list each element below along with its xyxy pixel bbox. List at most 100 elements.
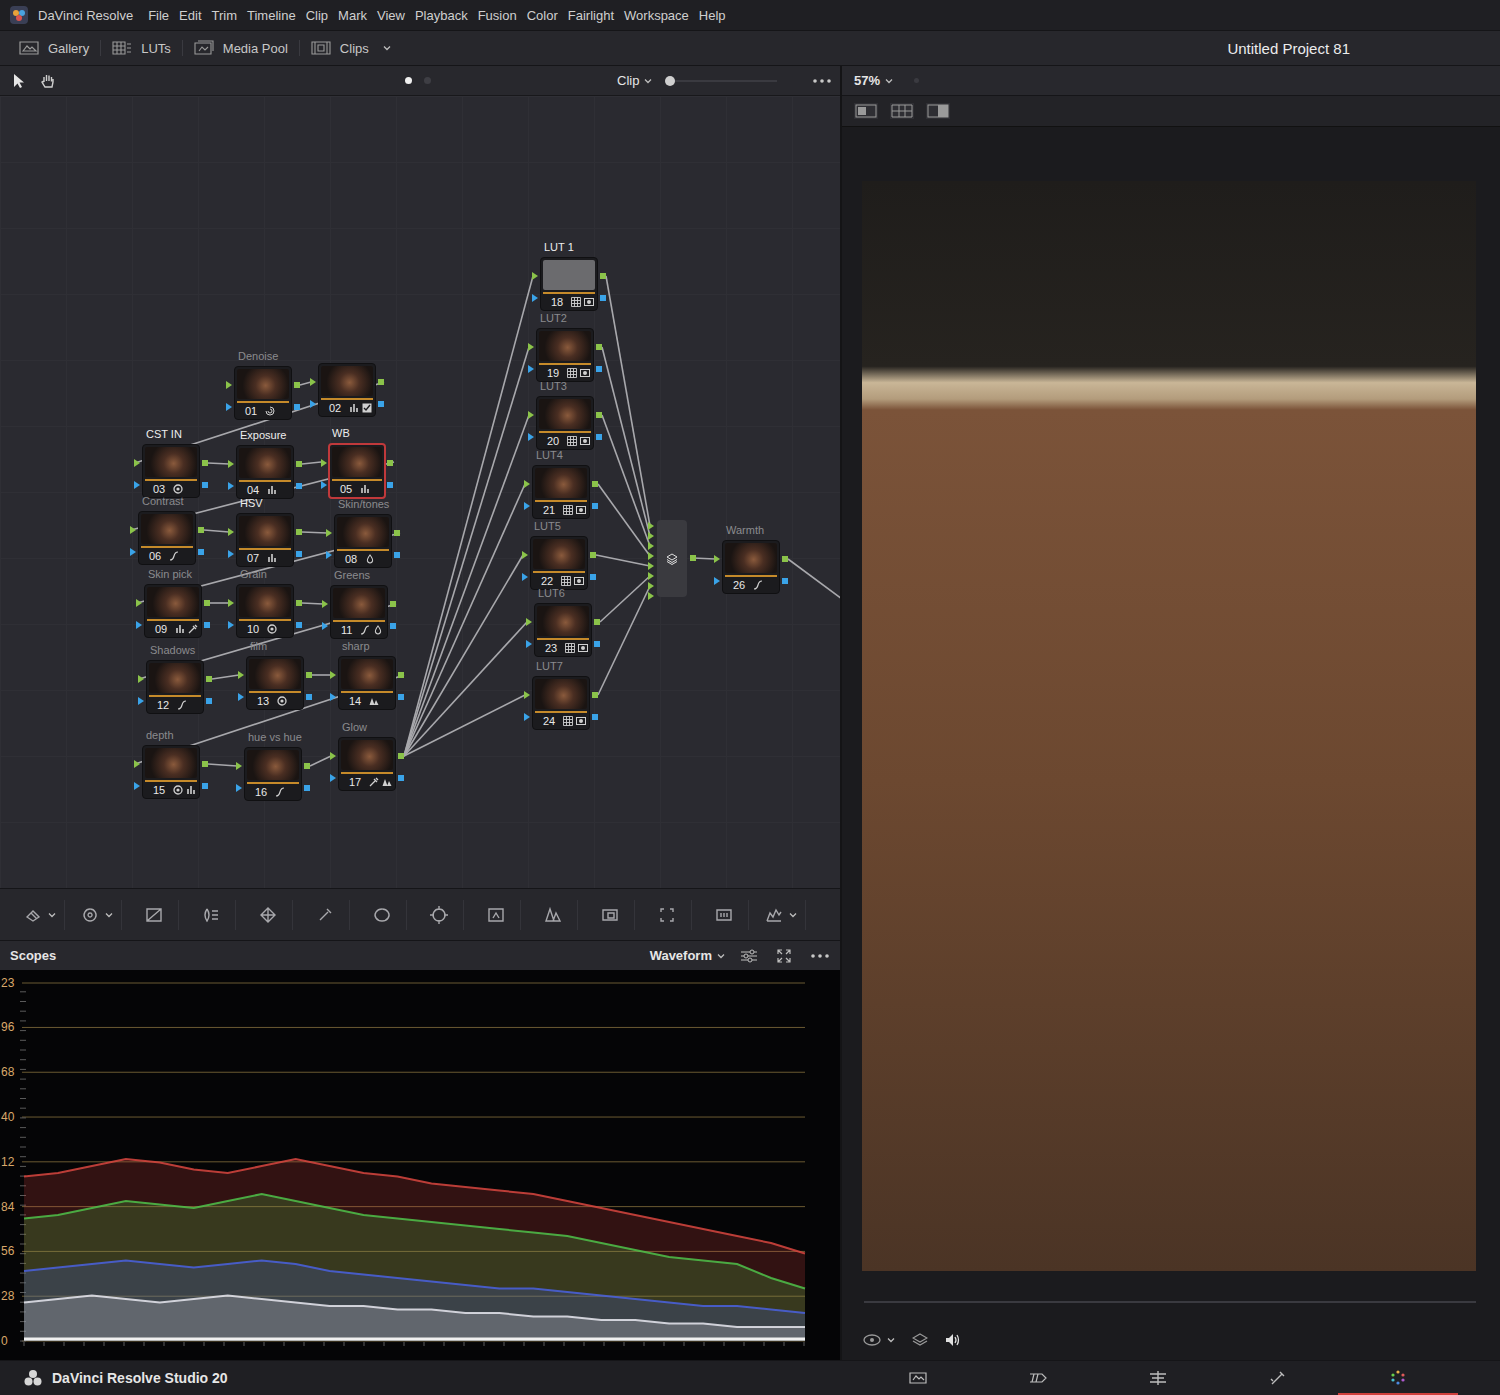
key-output-port[interactable] <box>390 623 396 629</box>
palette-button[interactable] <box>472 900 521 930</box>
key-input-port[interactable] <box>528 365 534 373</box>
key-output-port[interactable] <box>296 551 302 557</box>
node[interactable]: 06 <box>138 511 196 565</box>
key-output-port[interactable] <box>394 552 400 558</box>
node[interactable]: 19 <box>536 328 594 382</box>
menu-item[interactable]: Timeline <box>242 8 301 23</box>
key-input-port[interactable] <box>236 784 242 792</box>
key-output-port[interactable] <box>398 775 404 781</box>
rgb-input-port[interactable] <box>228 599 234 607</box>
key-input-port[interactable] <box>330 693 336 701</box>
key-output-port[interactable] <box>202 783 208 789</box>
palette-button[interactable] <box>16 900 65 930</box>
menu-item[interactable]: View <box>372 8 410 23</box>
single-view-icon[interactable] <box>854 103 878 119</box>
key-input-port[interactable] <box>522 573 528 581</box>
key-input-port[interactable] <box>524 502 530 510</box>
palette-button[interactable] <box>301 900 350 930</box>
node[interactable]: 02 <box>318 363 376 417</box>
mixer-input-port[interactable] <box>648 562 654 570</box>
menu-item[interactable]: Fusion <box>473 8 522 23</box>
rgb-input-port[interactable] <box>228 460 234 468</box>
page-button[interactable] <box>858 1362 978 1395</box>
toolbar-button[interactable]: Clips <box>300 40 403 56</box>
key-output-port[interactable] <box>387 482 393 488</box>
key-output-port[interactable] <box>202 482 208 488</box>
key-output-port[interactable] <box>304 785 310 791</box>
hand-tool-icon[interactable] <box>40 73 56 89</box>
key-output-port[interactable] <box>206 698 212 704</box>
rgb-input-port[interactable] <box>330 671 336 679</box>
key-output-port[interactable] <box>296 483 302 489</box>
chevron-down-icon[interactable] <box>47 910 57 920</box>
rgb-input-port[interactable] <box>321 459 327 467</box>
key-input-port[interactable] <box>138 697 144 705</box>
scope-settings-icon[interactable] <box>740 948 758 964</box>
menu-item[interactable]: Workspace <box>619 8 694 23</box>
rgb-input-port[interactable] <box>528 343 534 351</box>
rgb-output-port[interactable] <box>202 460 208 466</box>
menu-item[interactable]: Mark <box>333 8 372 23</box>
rgb-input-port[interactable] <box>326 529 332 537</box>
rgb-input-port[interactable] <box>714 555 720 563</box>
node-mode-dropdown[interactable]: Clip <box>617 73 653 88</box>
rgb-output-port[interactable] <box>198 527 204 533</box>
node[interactable]: 20 <box>536 396 594 450</box>
mixer-input-port[interactable] <box>648 522 654 530</box>
viewer-scrubber[interactable] <box>842 1284 1500 1320</box>
rgb-input-port[interactable] <box>310 378 316 386</box>
node-zoom-slider[interactable] <box>665 80 777 82</box>
layers-icon[interactable] <box>912 1332 928 1348</box>
app-brand[interactable]: DaVinci Resolve <box>10 6 133 24</box>
chevron-down-icon[interactable] <box>382 43 392 53</box>
mixer-input-port[interactable] <box>648 592 654 600</box>
palette-button[interactable] <box>415 900 464 930</box>
more-options-icon[interactable] <box>810 953 830 959</box>
key-input-port[interactable] <box>134 481 140 489</box>
mixer-input-port[interactable] <box>648 582 654 590</box>
key-output-port[interactable] <box>600 295 606 301</box>
rgb-output-port[interactable] <box>294 382 300 388</box>
layer-mixer-node[interactable] <box>657 520 687 597</box>
palette-button[interactable] <box>529 900 578 930</box>
key-input-port[interactable] <box>714 577 720 585</box>
menu-item[interactable]: File <box>143 8 174 23</box>
chevron-down-icon[interactable] <box>716 951 726 961</box>
speaker-icon[interactable] <box>944 1332 962 1348</box>
key-input-port[interactable] <box>130 548 136 556</box>
rgb-output-port[interactable] <box>387 460 393 466</box>
rgb-output-port[interactable] <box>594 619 600 625</box>
menu-item[interactable]: Clip <box>301 8 333 23</box>
node[interactable]: 11 <box>330 585 388 639</box>
key-input-port[interactable] <box>228 482 234 490</box>
menu-item[interactable]: Help <box>694 8 731 23</box>
node[interactable]: 21 <box>532 465 590 519</box>
key-output-port[interactable] <box>594 641 600 647</box>
node[interactable]: 01 <box>234 366 292 420</box>
scope-type-dropdown[interactable]: Waveform <box>650 948 726 963</box>
node[interactable]: 08 <box>334 514 392 568</box>
key-input-port[interactable] <box>226 403 232 411</box>
menu-item[interactable]: Playback <box>410 8 473 23</box>
palette-button[interactable] <box>643 900 692 930</box>
rgb-output-port[interactable] <box>592 692 598 698</box>
rgb-input-port[interactable] <box>526 618 532 626</box>
key-input-port[interactable] <box>322 622 328 630</box>
palette-button[interactable] <box>700 900 749 930</box>
menu-item[interactable]: Edit <box>174 8 206 23</box>
rgb-input-port[interactable] <box>238 671 244 679</box>
key-input-port[interactable] <box>326 551 332 559</box>
more-options-icon[interactable] <box>812 78 832 84</box>
rgb-output-port[interactable] <box>592 481 598 487</box>
rgb-output-port[interactable] <box>296 600 302 606</box>
node[interactable]: 03 <box>142 444 200 498</box>
key-input-port[interactable] <box>526 640 532 648</box>
palette-button[interactable] <box>187 900 236 930</box>
rgb-input-port[interactable] <box>524 691 530 699</box>
rgb-output-port[interactable] <box>202 761 208 767</box>
key-output-port[interactable] <box>204 622 210 628</box>
rgb-output-port[interactable] <box>596 344 602 350</box>
key-input-port[interactable] <box>532 294 538 302</box>
key-output-port[interactable] <box>782 578 788 584</box>
key-input-port[interactable] <box>238 693 244 701</box>
